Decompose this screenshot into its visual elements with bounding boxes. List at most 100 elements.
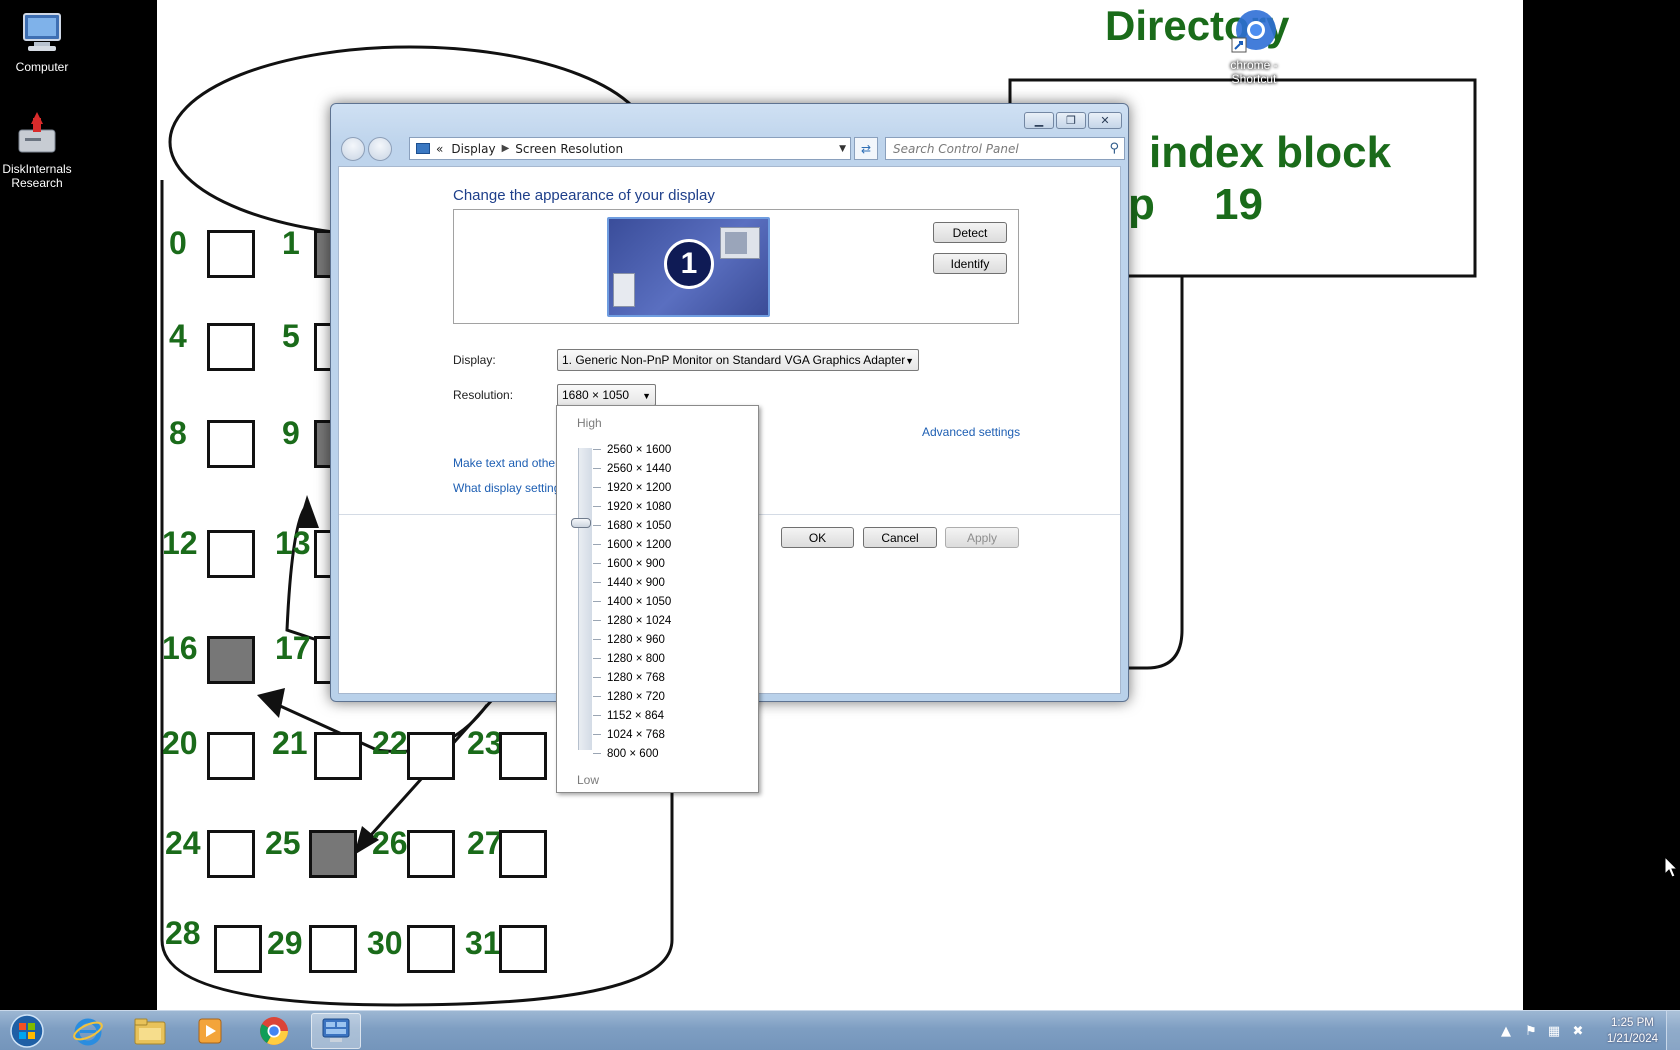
clock-date: 1/21/2024 [1606,1033,1658,1045]
monitor-window-graphic [613,273,635,307]
apply-button[interactable]: Apply [945,527,1019,548]
cancel-button[interactable]: Cancel [863,527,937,548]
desktop-icon-diskinternals[interactable]: DiskInternals Research [0,110,79,190]
ok-button[interactable]: OK [781,527,854,548]
breadcrumb-screen-resolution[interactable]: Screen Resolution [515,142,623,156]
wallpaper-block-number: 1 [282,225,300,261]
monitor-1-tile[interactable]: 1 [607,217,770,317]
wallpaper-block-number: 21 [272,725,308,761]
wallpaper-block-square [207,732,255,780]
wallpaper-block-square [499,925,547,973]
resolution-option[interactable]: 2560 × 1600 [592,440,671,459]
caption-buttons: ▁ ❐ ✕ [1024,112,1122,129]
resolution-option[interactable]: 1024 × 768 [592,725,671,744]
forward-button[interactable] [368,137,392,161]
wallpaper-block-number: 28 [165,915,201,951]
monitor-arrangement-panel: 1 Detect Identify [453,209,1019,324]
desktop-icon-computer[interactable]: Computer [0,8,84,74]
taskbar-internet-explorer[interactable] [63,1013,113,1049]
taskbar: ▲ ⚑ ▦ ✖ 1:25 PM 1/21/2024 [0,1010,1680,1050]
refresh-button[interactable]: ⇄ [854,137,878,160]
system-clock[interactable]: 1:25 PM 1/21/2024 [1607,1015,1658,1047]
display-settings-help-link[interactable]: What display setting [453,481,560,495]
resolution-option[interactable]: 1920 × 1200 [592,478,671,497]
breadcrumb-display[interactable]: Display [451,142,495,156]
action-center-flag-icon[interactable]: ⚑ [1523,1023,1539,1039]
minimize-icon: ▁ [1034,114,1044,127]
wallpaper-block-number: 29 [267,925,303,961]
resolution-option[interactable]: 1600 × 1200 [592,535,671,554]
display-select-value: 1. Generic Non-PnP Monitor on Standard V… [562,353,906,367]
address-dropdown-icon[interactable]: ▼ [839,144,846,154]
wallpaper-block-square [499,830,547,878]
resolution-slider-track[interactable] [578,448,592,750]
network-icon[interactable]: ▦ [1546,1023,1562,1039]
resolution-option[interactable]: 1680 × 1050 [592,516,671,535]
wallpaper-block-square [207,230,255,278]
wallpaper-block-square [207,530,255,578]
resolution-option[interactable]: 1280 × 960 [592,630,671,649]
resolution-option[interactable]: 1280 × 720 [592,687,671,706]
show-desktop-button[interactable] [1666,1011,1680,1050]
wallpaper-block-number: 22 [372,725,408,761]
wallpaper-block-square [207,830,255,878]
taskbar-chrome[interactable] [249,1013,299,1049]
text-size-link[interactable]: Make text and other [453,456,559,470]
low-label: Low [577,773,600,787]
taskbar-media-player[interactable] [185,1013,235,1049]
wallpaper-block-square [407,732,455,780]
advanced-settings-link[interactable]: Advanced settings [922,425,1020,439]
wallpaper-index-block: index block [1149,128,1392,177]
resolution-option[interactable]: 2560 × 1440 [592,459,671,478]
resolution-option[interactable]: 1152 × 864 [592,706,671,725]
search-icon[interactable]: ⚲ [1109,141,1119,156]
resolution-option[interactable]: 1440 × 900 [592,573,671,592]
maximize-button[interactable]: ❐ [1056,112,1086,129]
resolution-slider-thumb[interactable] [571,518,591,528]
wallpaper-block-square [499,732,547,780]
minimize-button[interactable]: ▁ [1024,112,1054,129]
search-input[interactable]: Search Control Panel ⚲ [885,137,1125,160]
wallpaper-block-number: 30 [367,925,403,961]
address-bar[interactable]: « Display ▶ Screen Resolution ▼ [409,137,851,160]
resolution-select-value: 1680 × 1050 [562,388,630,402]
resolution-option[interactable]: 1920 × 1080 [592,497,671,516]
monitor-window-graphic [720,227,760,259]
show-hidden-icons-icon[interactable]: ▲ [1498,1023,1514,1039]
start-button[interactable] [2,1013,52,1049]
mouse-cursor-icon [1664,856,1678,878]
resolution-select[interactable]: 1680 × 1050 ▼ [557,384,656,406]
identify-button[interactable]: Identify [933,253,1007,274]
detect-button[interactable]: Detect [933,222,1007,243]
back-button[interactable] [341,137,365,161]
resolution-dropdown[interactable]: High 2560 × 1600 2560 × 1440 1920 × 1200 19… [556,405,759,793]
desktop-icon-chrome-shortcut[interactable]: chrome - Shortcut [1212,8,1296,86]
monitor-number: 1 [664,239,714,289]
taskbar-file-explorer[interactable] [125,1013,175,1049]
volume-muted-icon[interactable]: ✖ [1570,1023,1586,1039]
chevron-down-icon: ▼ [642,391,651,401]
page-title: Change the appearance of your display [453,187,715,204]
resolution-option[interactable]: 1600 × 900 [592,554,671,573]
breadcrumb-overflow[interactable]: « [436,142,443,156]
wallpaper-block-square [314,732,362,780]
navigation-bar: « Display ▶ Screen Resolution ▼ ⇄ Search… [337,134,1125,164]
wallpaper-block-number: 13 [275,525,311,561]
taskbar-control-panel[interactable] [311,1013,361,1049]
maximize-icon: ❐ [1066,114,1076,127]
control-panel-icon [416,143,430,154]
close-button[interactable]: ✕ [1088,112,1122,129]
resolution-option[interactable]: 1400 × 1050 [592,592,671,611]
breadcrumb-separator-icon: ▶ [501,143,510,154]
resolution-option[interactable]: 800 × 600 [592,744,671,763]
diskinternals-icon [13,110,61,158]
wallpaper-block-square [407,830,455,878]
resolution-option[interactable]: 1280 × 1024 [592,611,671,630]
wallpaper-p-label: p [1128,180,1155,229]
resolution-option[interactable]: 1280 × 768 [592,668,671,687]
resolution-option[interactable]: 1280 × 800 [592,649,671,668]
control-panel-icon [322,1018,350,1042]
refresh-icon: ⇄ [860,141,872,156]
display-select[interactable]: 1. Generic Non-PnP Monitor on Standard V… [557,349,919,371]
wallpaper-block-square [207,323,255,371]
